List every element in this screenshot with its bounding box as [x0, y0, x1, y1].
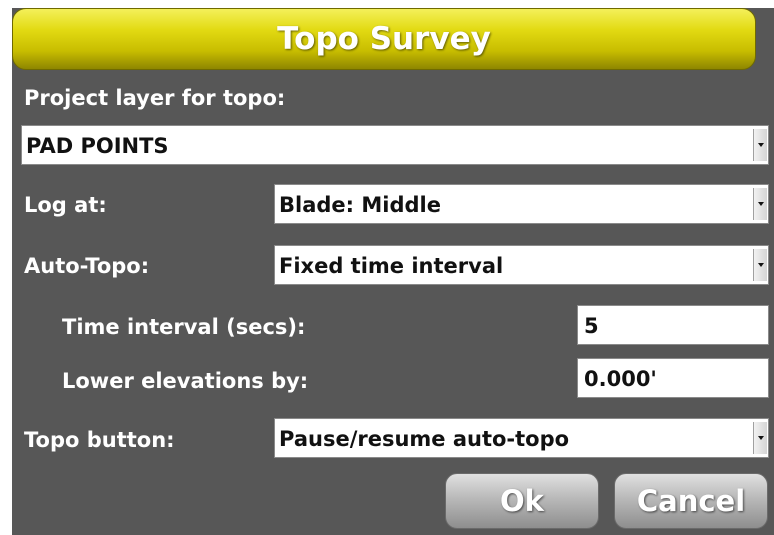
auto-topo-label: Auto-Topo: — [24, 254, 150, 278]
topo-button-value: Pause/resume auto-topo — [279, 427, 570, 451]
chevron-down-icon[interactable] — [753, 422, 767, 454]
project-layer-value: PAD POINTS — [26, 134, 169, 158]
log-at-select[interactable]: Blade: Middle — [274, 184, 769, 224]
auto-topo-value: Fixed time interval — [279, 254, 504, 278]
project-layer-select[interactable]: PAD POINTS — [21, 125, 769, 165]
chevron-down-icon[interactable] — [753, 129, 767, 161]
lower-elevations-value: 0.000' — [584, 367, 657, 391]
time-interval-input[interactable]: 5 — [577, 305, 769, 345]
lower-elevations-input[interactable]: 0.000' — [577, 358, 769, 398]
cancel-button-label: Cancel — [636, 484, 746, 518]
time-interval-value: 5 — [584, 314, 599, 338]
log-at-value: Blade: Middle — [279, 193, 441, 217]
topo-button-label: Topo button: — [24, 428, 175, 452]
auto-topo-select[interactable]: Fixed time interval — [274, 245, 769, 285]
dialog-title: Topo Survey — [277, 21, 491, 57]
chevron-down-icon[interactable] — [753, 249, 767, 281]
cancel-button[interactable]: Cancel — [614, 473, 768, 529]
time-interval-label: Time interval (secs): — [62, 315, 306, 339]
project-layer-label: Project layer for topo: — [24, 86, 286, 110]
chevron-down-icon[interactable] — [753, 188, 767, 220]
ok-button-label: Ok — [500, 484, 544, 518]
topo-button-select[interactable]: Pause/resume auto-topo — [274, 418, 769, 458]
dialog-title-bar: Topo Survey — [12, 8, 756, 70]
lower-elevations-label: Lower elevations by: — [62, 369, 309, 393]
ok-button[interactable]: Ok — [445, 473, 599, 529]
log-at-label: Log at: — [24, 193, 107, 217]
